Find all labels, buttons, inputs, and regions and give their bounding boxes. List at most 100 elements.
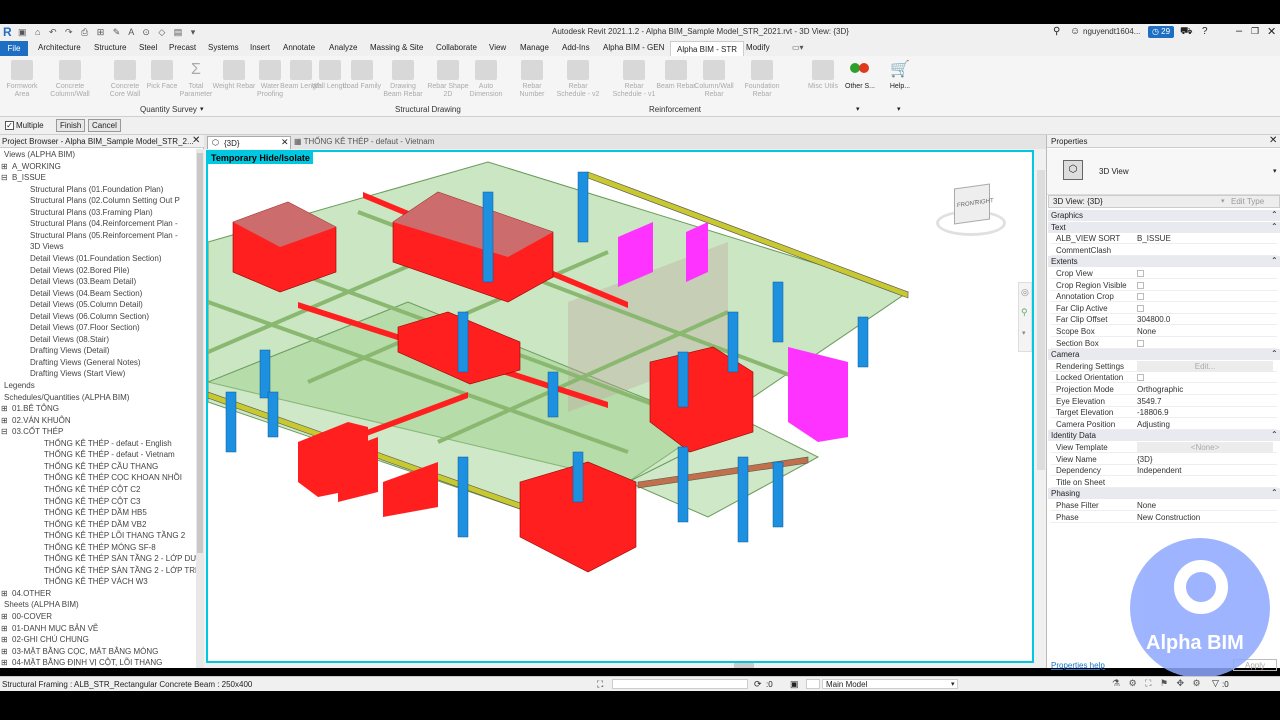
tab-manage[interactable]: Manage [520, 43, 549, 52]
property-row[interactable]: Rendering Settings Edit... [1051, 360, 1277, 372]
tree-toggle-icon[interactable]: ⊞ [1, 658, 8, 668]
design-option-field[interactable] [806, 679, 820, 689]
zoom-icon[interactable]: ⚲ [1021, 307, 1028, 318]
browser-item[interactable]: THỐNG KÊ THÉP DẦM HB5 [44, 508, 147, 518]
property-group-header[interactable]: Extents [1048, 256, 1280, 268]
browser-item[interactable]: Detail Views (04.Beam Section) [30, 289, 142, 299]
browser-item[interactable]: THỐNG KÊ THÉP SÀN TẦNG 2 - LỚP DƯỚI [44, 554, 196, 564]
property-row[interactable]: Camera Position Adjusting [1051, 419, 1277, 430]
browser-item[interactable]: A_WORKING [12, 162, 61, 172]
tab-modify[interactable]: Modify [746, 43, 770, 52]
tab-3d-view[interactable]: ⬡ {3D} ✕ [207, 136, 291, 149]
navigation-bar[interactable]: ◎ ⚲ ▾ [1018, 282, 1032, 352]
tab-alpha-bim-gen[interactable]: Alpha BIM - GEN [603, 43, 664, 52]
rebar-number-tool[interactable]: Rebar Number [510, 60, 554, 99]
browser-item[interactable]: Structural Plans (05.Reinforcement Plan … [30, 231, 178, 241]
filter-icon[interactable]: ▽ [1212, 678, 1219, 689]
property-row[interactable]: View Name {3D} [1051, 454, 1277, 465]
column-wall-rebar-tool[interactable]: Column/Wall Rebar [692, 60, 736, 99]
binoculars-icon[interactable]: ⚲ [1053, 26, 1060, 37]
tree-toggle-icon[interactable]: ⊞ [1, 162, 8, 172]
auto-dimension-tool[interactable]: Auto Dimension [464, 60, 508, 99]
property-group-header[interactable]: Camera [1048, 349, 1280, 361]
collapse-icon[interactable]: ⌃ [1271, 488, 1278, 497]
browser-item[interactable]: 02-GHI CHÚ CHUNG [12, 635, 89, 645]
tree-toggle-icon[interactable]: ⊞ [1, 624, 8, 634]
property-group-header[interactable]: Phasing [1048, 488, 1280, 500]
browser-item[interactable]: 04.OTHER [12, 589, 51, 599]
tree-toggle-icon[interactable]: ⊞ [1, 647, 8, 657]
property-value[interactable]: New Construction [1137, 512, 1200, 523]
tab-alpha-bim-str[interactable]: Alpha BIM - STR [670, 41, 745, 56]
property-value[interactable]: Independent [1137, 465, 1182, 476]
browser-item[interactable]: 04-MẶT BẰNG ĐỊNH VỊ CỘT, LÕI THANG [12, 658, 162, 668]
property-checkbox[interactable] [1137, 339, 1144, 347]
tab-systems[interactable]: Systems [208, 43, 239, 52]
browser-item[interactable]: THỐNG KÊ THÉP CỘT C3 [44, 497, 140, 507]
close-icon[interactable]: ✕ [192, 135, 200, 146]
browser-item[interactable]: Detail Views (01.Foundation Section) [30, 254, 161, 264]
browser-item[interactable]: Detail Views (02.Bored Pile) [30, 266, 129, 276]
property-checkbox[interactable] [1137, 293, 1144, 301]
magenta-wall-3[interactable] [788, 347, 848, 442]
browser-item[interactable]: THỐNG KÊ THÉP MÓNG SF-8 [44, 543, 156, 553]
property-value[interactable]: 3549.7 [1137, 396, 1161, 407]
tree-toggle-icon[interactable]: ⊞ [1, 416, 8, 426]
browser-item[interactable]: Drafting Views (Detail) [30, 346, 109, 356]
browser-item[interactable]: THỐNG KÊ THÉP VÁCH W3 [44, 577, 148, 587]
contextual-tab-icon[interactable]: ▭▾ [792, 43, 804, 52]
property-row[interactable]: Crop Region Visible [1051, 280, 1277, 291]
view-vertical-scrollbar[interactable] [1036, 150, 1046, 663]
tab-annotate[interactable]: Annotate [283, 43, 315, 52]
formwork-area-tool[interactable]: Formwork Area [0, 60, 44, 99]
property-value[interactable]: Edit... [1137, 360, 1273, 372]
tab-steel[interactable]: Steel [139, 43, 157, 52]
property-value[interactable]: 304800.0 [1137, 314, 1170, 325]
browser-item[interactable]: Detail Views (03.Beam Detail) [30, 277, 136, 287]
tab-massing-site[interactable]: Massing & Site [370, 43, 423, 52]
chevron-down-icon[interactable]: ▾ [1022, 329, 1026, 337]
browser-item[interactable]: Drafting Views (Start View) [30, 369, 125, 379]
browser-item[interactable]: THỐNG KÊ THÉP CỌC KHOAN NHỒI [44, 473, 182, 483]
close-icon[interactable]: ✕ [1269, 135, 1277, 146]
browser-item[interactable]: Structural Plans (01.Foundation Plan) [30, 185, 163, 195]
property-group-header[interactable]: Identity Data [1048, 430, 1280, 442]
collapse-icon[interactable]: ⌃ [1271, 222, 1278, 231]
property-row[interactable]: Phase Filter None [1051, 500, 1277, 511]
property-row[interactable]: Section Box [1051, 338, 1277, 349]
tree-toggle-icon[interactable]: ⊟ [1, 427, 8, 437]
tab-structure[interactable]: Structure [94, 43, 126, 52]
property-row[interactable]: Far Clip Active [1051, 303, 1277, 314]
property-row[interactable]: Annotation Crop [1051, 291, 1277, 303]
tab-insert[interactable]: Insert [250, 43, 270, 52]
chevron-down-icon[interactable]: ▾ [897, 105, 901, 113]
browser-item[interactable]: 01.BÊ TÔNG [12, 404, 59, 414]
property-checkbox[interactable] [1137, 281, 1144, 289]
help-tool[interactable]: 🛒 Help... [878, 60, 922, 91]
chevron-down-icon[interactable]: ▾ [200, 105, 204, 113]
property-checkbox[interactable] [1137, 270, 1144, 277]
edit-type-button[interactable]: Edit Type [1231, 197, 1264, 206]
finish-button[interactable]: Finish [56, 119, 86, 132]
collapse-icon[interactable]: ⌃ [1271, 210, 1278, 219]
close-icon[interactable]: ✕ [281, 137, 289, 148]
tab-addins[interactable]: Add-Ins [562, 43, 590, 52]
property-group-header[interactable]: Graphics [1048, 210, 1280, 221]
property-row[interactable]: Locked Orientation [1051, 372, 1277, 384]
browser-item[interactable]: Detail Views (07.Floor Section) [30, 323, 140, 333]
multiple-checkbox[interactable]: ✓ [5, 121, 14, 130]
browser-item[interactable]: 03-MẶT BẰNG CỌC, MẶT BẰNG MÓNG [12, 647, 158, 657]
property-row[interactable]: View Template <None> [1051, 442, 1277, 453]
collapse-icon[interactable]: ⌃ [1271, 430, 1278, 439]
browser-item[interactable]: THỐNG KÊ THÉP LÕI THANG TẦNG 2 [44, 531, 185, 541]
cart-icon[interactable]: ⛟ [1180, 26, 1193, 39]
property-value[interactable]: None [1137, 326, 1156, 337]
foundation-rebar-tool[interactable]: Foundation Rebar [740, 60, 784, 99]
browser-item[interactable]: THỐNG KÊ THÉP - defaut - English [44, 439, 172, 449]
panel-quantity-survey[interactable]: Quantity Survey [140, 105, 197, 114]
cancel-button[interactable]: Cancel [88, 119, 121, 132]
tab-precast[interactable]: Precast [169, 43, 196, 52]
cube-right-label[interactable]: RIGHT [975, 198, 994, 207]
collapse-icon[interactable]: ⌃ [1271, 256, 1278, 265]
property-value[interactable]: Orthographic [1137, 384, 1183, 395]
